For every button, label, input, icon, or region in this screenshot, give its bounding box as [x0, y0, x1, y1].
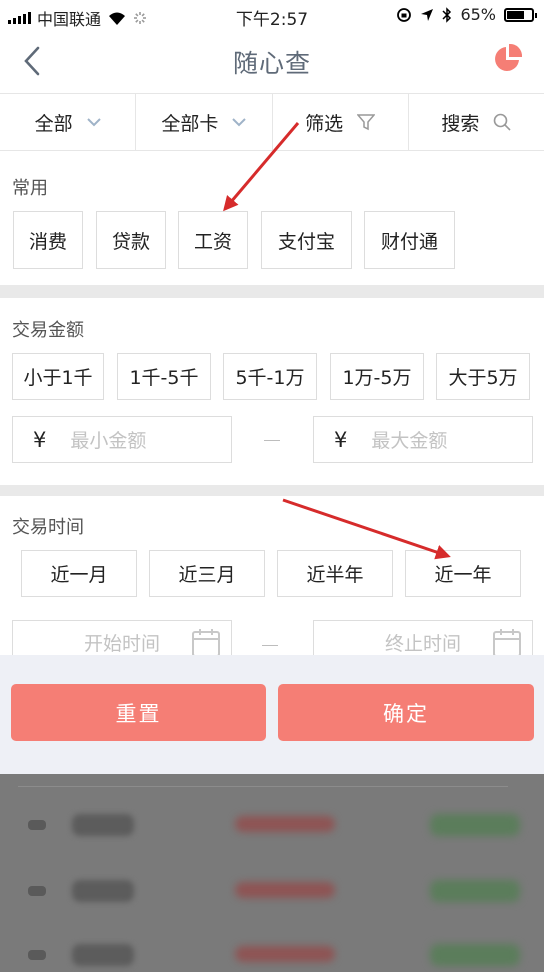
filter-label: 筛选 — [305, 112, 344, 135]
range-dash — [264, 440, 280, 441]
search-label: 搜索 — [441, 112, 480, 135]
all-label: 全部 — [34, 112, 73, 135]
search-button[interactable]: 搜索 — [409, 94, 544, 150]
battery-icon — [504, 7, 537, 22]
tag-loan[interactable]: 贷款 — [96, 211, 166, 269]
min-amount-placeholder: 最小金额 — [70, 430, 147, 452]
amount-tag[interactable]: 小于1千 — [12, 353, 104, 400]
page-title: 随心查 — [232, 49, 311, 78]
rotation-lock-icon — [397, 7, 412, 22]
currency-symbol: ¥ — [33, 427, 47, 452]
time-tag[interactable]: 近一月 — [21, 550, 137, 597]
divider — [18, 786, 508, 787]
blurred-list-item — [20, 934, 520, 972]
time-tag[interactable]: 近半年 — [277, 550, 393, 597]
filter-button[interactable]: 筛选 — [273, 94, 409, 150]
chevron-down-icon — [86, 117, 101, 126]
start-date-input[interactable]: 开始时间 — [12, 620, 232, 656]
time-tag[interactable]: 近三月 — [149, 550, 265, 597]
chevron-down-icon — [232, 117, 247, 126]
bluetooth-icon — [442, 6, 452, 23]
tag-tenpay[interactable]: 财付通 — [364, 211, 455, 269]
filter-bar: 全部 全部卡 筛选 搜索 — [0, 93, 544, 151]
nav-bar: 随心查 — [0, 30, 544, 92]
common-section-title: 常用 — [12, 178, 48, 199]
calendar-icon — [192, 629, 220, 655]
currency-symbol: ¥ — [334, 427, 348, 452]
location-icon — [421, 8, 434, 21]
filter-icon — [357, 114, 376, 131]
amount-tag[interactable]: 1万-5万 — [330, 353, 424, 400]
dimmed-overlay[interactable] — [0, 774, 544, 972]
amount-tag[interactable]: 大于5万 — [436, 353, 530, 400]
annotation-arrow — [282, 498, 451, 560]
time-tag[interactable]: 近一年 — [405, 550, 521, 597]
tag-salary[interactable]: 工资 — [178, 211, 248, 269]
pie-chart-icon[interactable] — [492, 42, 524, 74]
reset-button[interactable]: 重置 — [11, 684, 266, 741]
blurred-list-item — [20, 804, 520, 864]
end-date-input[interactable]: 终止时间 — [313, 620, 533, 656]
all-dropdown[interactable]: 全部 — [0, 94, 137, 150]
min-amount-input[interactable]: ¥ 最小金额 — [12, 416, 232, 463]
amount-tag[interactable]: 5千-1万 — [223, 353, 317, 400]
amount-section-title: 交易金额 — [12, 320, 84, 341]
amount-tag[interactable]: 1千-5千 — [117, 353, 211, 400]
status-bar: 中国联通 下午2:57 65% — [0, 0, 544, 30]
calendar-icon — [493, 629, 521, 655]
action-bar: 重置 确定 — [0, 655, 544, 774]
max-amount-placeholder: 最大金额 — [371, 430, 448, 452]
confirm-button[interactable]: 确定 — [278, 684, 534, 741]
max-amount-input[interactable]: ¥ 最大金额 — [313, 416, 533, 463]
blurred-list-item — [20, 870, 520, 930]
section-divider — [0, 285, 544, 298]
all-cards-dropdown[interactable]: 全部卡 — [136, 94, 273, 150]
all-cards-label: 全部卡 — [161, 112, 219, 135]
section-divider — [0, 485, 544, 496]
range-dash — [262, 645, 278, 646]
battery-percent: 65% — [460, 5, 496, 24]
tag-consume[interactable]: 消费 — [13, 211, 83, 269]
tag-alipay[interactable]: 支付宝 — [261, 211, 352, 269]
search-icon — [494, 113, 511, 131]
time-section-title: 交易时间 — [12, 517, 84, 538]
